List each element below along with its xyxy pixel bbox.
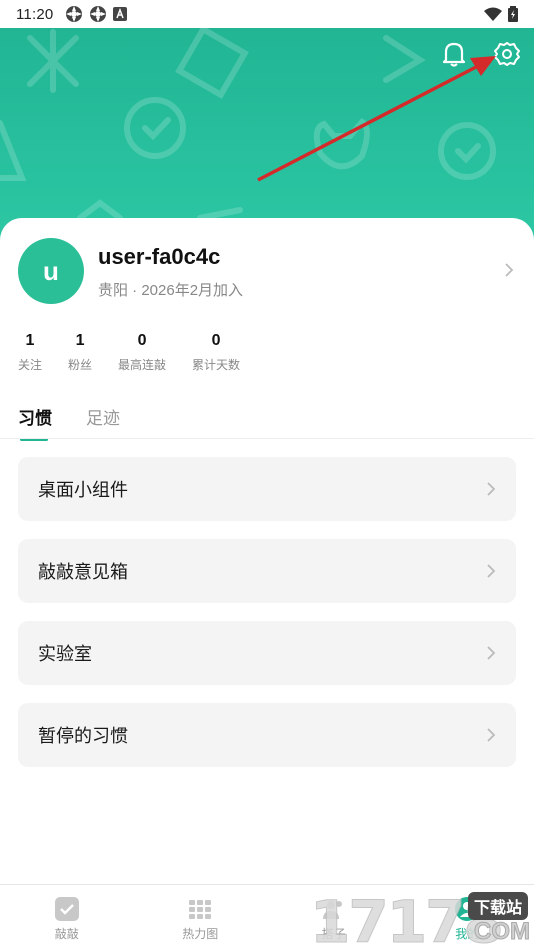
site-watermark: 17178 下载站 COM: [308, 888, 534, 950]
watermark-tag: 下载站: [467, 892, 528, 920]
stat-followers[interactable]: 1 粉丝: [68, 332, 92, 373]
settings-button[interactable]: [491, 38, 523, 70]
profile-detail-chevron[interactable]: [504, 262, 514, 283]
avatar[interactable]: u: [18, 238, 84, 304]
stat-max-streak: 0 最高连敲: [118, 332, 166, 373]
grid-icon: [189, 900, 212, 919]
menu-item-feedback-box[interactable]: 敲敲意见箱: [18, 539, 516, 603]
bell-icon: [442, 42, 466, 67]
stat-following[interactable]: 1 关注: [18, 332, 42, 373]
nav-item-heatmap[interactable]: 热力图: [134, 885, 268, 950]
tabs-divider: [0, 438, 534, 439]
chevron-right-icon: [487, 482, 496, 496]
font-notification-icon: [113, 7, 128, 21]
battery-icon: [508, 6, 518, 22]
stat-value: 0: [137, 332, 147, 349]
menu-item-label: 敲敲意见箱: [38, 562, 128, 582]
tab-habits[interactable]: 习惯: [18, 404, 52, 441]
status-bar: 11:20: [0, 0, 534, 28]
stat-value: 1: [25, 332, 35, 349]
chevron-right-icon: [505, 263, 514, 277]
menu-item-label: 桌面小组件: [38, 480, 128, 500]
username[interactable]: user-fa0c4c: [98, 244, 220, 270]
stat-value: 1: [75, 332, 85, 349]
watermark-domain: COM: [474, 918, 531, 946]
profile-header-banner: [0, 28, 534, 240]
menu-item-lab[interactable]: 实验室: [18, 621, 516, 685]
tab-footprints[interactable]: 足迹: [86, 404, 120, 429]
app-notification-icon: [66, 6, 83, 22]
nav-item-knock[interactable]: 敲敲: [0, 885, 134, 950]
check-square-icon: [54, 897, 79, 921]
menu-item-paused-habits[interactable]: 暂停的习惯: [18, 703, 516, 767]
menu-item-label: 实验室: [38, 644, 92, 664]
chevron-right-icon: [487, 728, 496, 742]
profile-tabs: 习惯 足迹: [18, 404, 120, 441]
status-notification-icons: [65, 5, 128, 23]
menu-item-desktop-widget[interactable]: 桌面小组件: [18, 457, 516, 521]
profile-stats: 1 关注 1 粉丝 0 最高连敲 0 累计天数: [18, 332, 266, 373]
gear-icon: [494, 42, 520, 66]
status-time: 11:20: [16, 5, 54, 23]
chevron-right-icon: [487, 564, 496, 578]
wifi-icon: [484, 7, 502, 21]
stat-label: 关注: [18, 358, 43, 372]
chevron-right-icon: [487, 646, 496, 660]
stat-label: 累计天数: [192, 358, 241, 372]
notification-button[interactable]: [438, 38, 470, 70]
stat-value: 0: [211, 332, 221, 349]
settings-menu: 桌面小组件 敲敲意见箱 实验室 暂停的习惯: [18, 457, 516, 785]
stat-total-days: 0 累计天数: [192, 332, 240, 373]
stat-label: 最高连敲: [118, 358, 167, 372]
profile-location-joined: 贵阳 · 2026年2月加入: [98, 282, 244, 299]
stat-label: 粉丝: [68, 358, 93, 372]
nav-label: 敲敲: [54, 927, 79, 941]
menu-item-label: 暂停的习惯: [38, 726, 128, 746]
avatar-letter: u: [43, 255, 59, 286]
nav-label: 热力图: [182, 927, 219, 941]
app-notification-icon: [90, 6, 107, 22]
profile-card: u user-fa0c4c 贵阳 · 2026年2月加入 1 关注 1 粉丝 0…: [0, 218, 534, 884]
